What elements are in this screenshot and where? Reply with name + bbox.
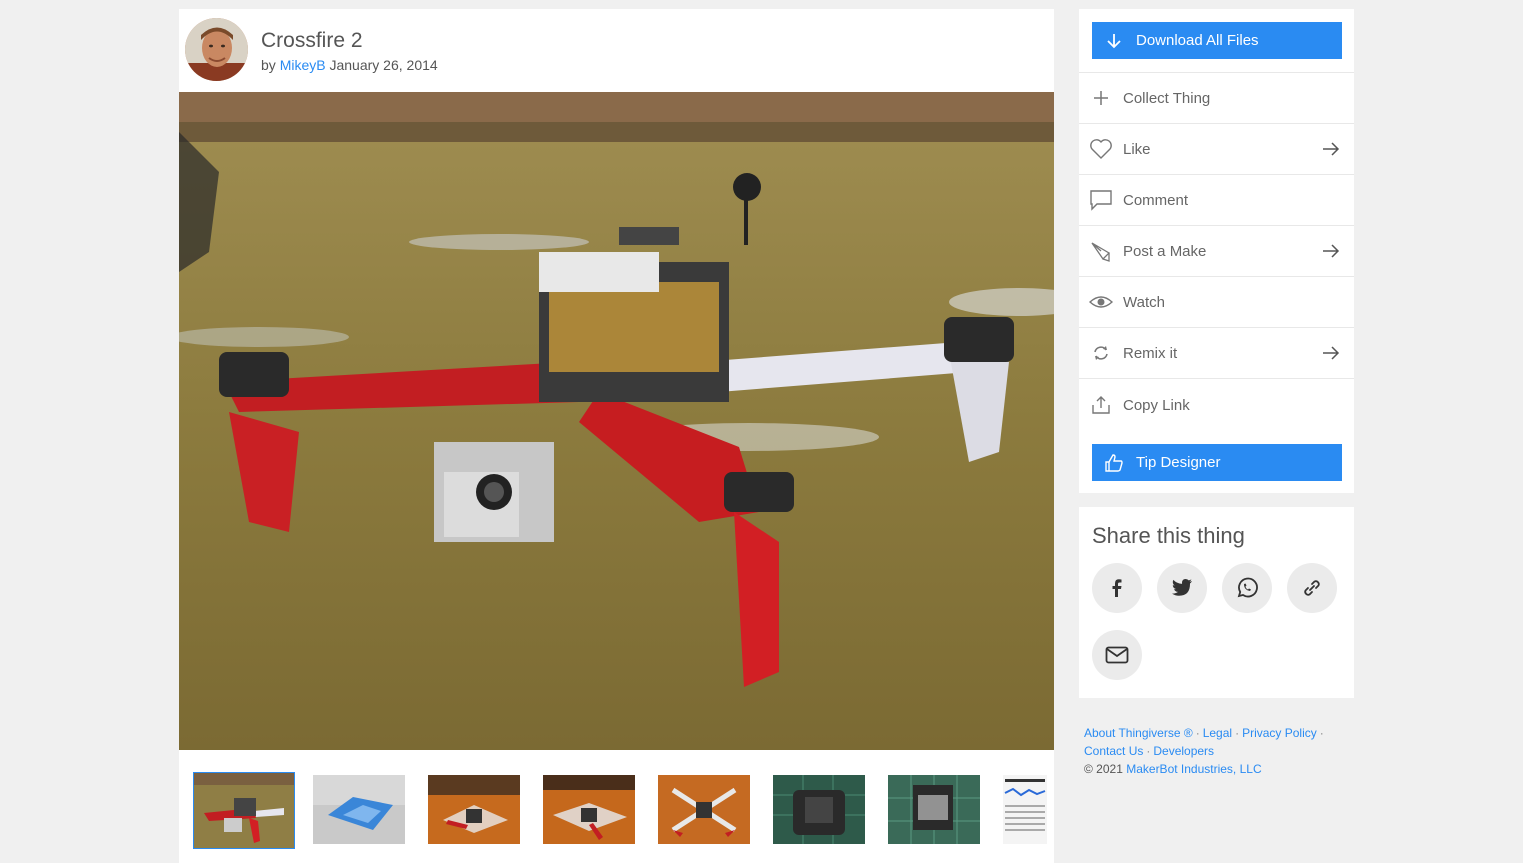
thing-main-card: Crossfire 2 by MikeyB January 26, 2014 xyxy=(179,9,1054,863)
thumbnail-3[interactable] xyxy=(428,775,520,844)
arrow-right-icon xyxy=(1323,244,1340,258)
footer-line-1: About Thingiverse ® · Legal · Privacy Policy… xyxy=(1084,724,1354,742)
collect-thing-button[interactable]: Collect Thing xyxy=(1079,72,1354,123)
publish-date: January 26, 2014 xyxy=(329,57,438,73)
collect-thing-label: Collect Thing xyxy=(1123,89,1211,107)
watch-button[interactable]: Watch xyxy=(1079,276,1354,327)
author-link[interactable]: MikeyB xyxy=(280,57,326,73)
plus-icon xyxy=(1088,85,1114,111)
thumbnail-8[interactable] xyxy=(1003,775,1047,844)
comment-icon xyxy=(1088,187,1114,213)
footer-separator: · xyxy=(1195,726,1200,740)
footer-privacy-link[interactable]: Privacy Policy xyxy=(1242,726,1317,740)
link-icon xyxy=(1304,580,1320,596)
arrow-right-icon xyxy=(1323,346,1340,360)
remix-button[interactable]: Remix it xyxy=(1079,327,1354,378)
site-footer: About Thingiverse ® · Legal · Privacy Policy… xyxy=(1084,724,1354,778)
make-icon xyxy=(1088,238,1114,264)
thing-header: Crossfire 2 by MikeyB January 26, 2014 xyxy=(179,9,1054,92)
comment-button[interactable]: Comment xyxy=(1079,174,1354,225)
byline-prefix: by xyxy=(261,57,276,73)
download-all-label: Download All Files xyxy=(1136,32,1259,49)
tip-designer-button[interactable]: Tip Designer xyxy=(1092,444,1342,481)
comment-label: Comment xyxy=(1123,191,1189,209)
footer-line-2: Contact Us · Developers xyxy=(1084,742,1354,760)
thumbnail-1[interactable] xyxy=(193,772,295,849)
tip-designer-label: Tip Designer xyxy=(1136,454,1221,471)
download-icon xyxy=(1104,31,1124,51)
share-facebook-button[interactable] xyxy=(1092,563,1142,613)
copy-link-label: Copy Link xyxy=(1123,396,1190,414)
eye-icon xyxy=(1088,289,1114,315)
thumbnail-6[interactable] xyxy=(773,775,865,844)
email-icon xyxy=(1105,646,1129,664)
thing-byline: by MikeyB January 26, 2014 xyxy=(261,57,438,73)
share-card: Share this thing xyxy=(1079,507,1354,698)
hero-image[interactable] xyxy=(179,92,1054,750)
twitter-icon xyxy=(1172,579,1192,596)
footer-developers-link[interactable]: Developers xyxy=(1153,744,1214,758)
download-all-button[interactable]: Download All Files xyxy=(1092,22,1342,59)
footer-about-link[interactable]: About Thingiverse ® xyxy=(1084,726,1193,740)
heart-icon xyxy=(1088,136,1114,162)
like-button[interactable]: Like xyxy=(1079,123,1354,174)
footer-separator: · xyxy=(1319,726,1324,740)
thumbnail-7[interactable] xyxy=(888,775,980,844)
footer-company-link[interactable]: MakerBot Industries, LLC xyxy=(1126,762,1261,776)
footer-separator: · xyxy=(1146,744,1151,758)
copy-link-button[interactable]: Copy Link xyxy=(1079,378,1354,431)
share-upload-icon xyxy=(1088,392,1114,418)
thing-title: Crossfire 2 xyxy=(261,29,363,52)
arrow-right-icon xyxy=(1323,142,1340,156)
post-make-label: Post a Make xyxy=(1123,242,1207,260)
author-avatar[interactable] xyxy=(185,18,248,81)
post-make-button[interactable]: Post a Make xyxy=(1079,225,1354,276)
footer-separator: · xyxy=(1235,726,1240,740)
whatsapp-icon xyxy=(1237,577,1258,598)
share-twitter-button[interactable] xyxy=(1157,563,1207,613)
watch-label: Watch xyxy=(1123,293,1165,311)
share-link-button[interactable] xyxy=(1287,563,1337,613)
share-email-button[interactable] xyxy=(1092,630,1142,680)
footer-legal-link[interactable]: Legal xyxy=(1203,726,1232,740)
like-label: Like xyxy=(1123,140,1151,158)
footer-copyright: © 2021 MakerBot Industries, LLC xyxy=(1084,760,1354,778)
footer-contact-link[interactable]: Contact Us xyxy=(1084,744,1143,758)
share-whatsapp-button[interactable] xyxy=(1222,563,1272,613)
thumbs-up-icon xyxy=(1104,453,1124,473)
remix-icon xyxy=(1088,340,1114,366)
actions-card: Download All Files Collect Thing Like Co… xyxy=(1079,9,1354,493)
share-title: Share this thing xyxy=(1092,523,1245,548)
facebook-icon xyxy=(1112,579,1122,597)
copyright-text: © 2021 xyxy=(1084,762,1123,776)
thumbnail-4[interactable] xyxy=(543,775,635,844)
thumbnail-5[interactable] xyxy=(658,775,750,844)
remix-label: Remix it xyxy=(1123,344,1178,362)
thumbnail-strip xyxy=(179,750,1054,863)
thumbnail-2[interactable] xyxy=(313,775,405,844)
